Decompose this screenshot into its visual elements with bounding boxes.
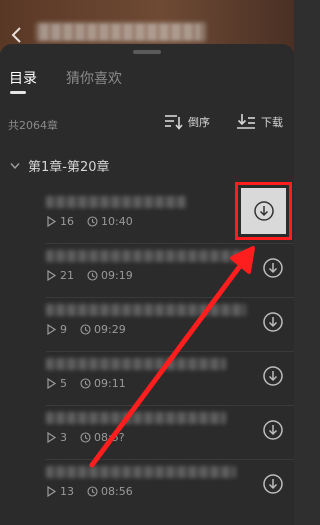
chapter-download-button[interactable] [262,311,284,333]
list-item[interactable]: 3 08:5? [0,406,294,460]
play-icon [47,378,57,389]
chapter-title-blurred [46,358,226,370]
play-count: 13 [60,485,74,498]
duration: 08:56 [101,485,133,498]
chapter-download-button[interactable] [262,257,284,279]
play-count: 9 [60,323,67,336]
download-circle-icon [263,420,283,440]
list-item[interactable]: 5 09:11 [0,352,294,406]
play-count: 5 [60,377,67,390]
reverse-order-button[interactable]: 倒序 [163,112,210,132]
download-circle-icon [263,474,283,494]
clock-icon [80,324,91,335]
duration: 08:5? [94,431,125,444]
highlight-box [235,182,292,240]
chapter-title-blurred [46,466,236,478]
duration: 10:40 [101,215,133,228]
tab-recommend[interactable]: 猜你喜欢 [66,68,122,88]
play-icon [47,486,57,497]
play-icon [47,324,57,335]
play-icon [47,432,57,443]
clock-icon [87,486,98,497]
chapter-title-blurred [46,196,186,208]
chapter-range-toggle[interactable]: 第1章-第20章 [10,156,110,175]
chevron-down-icon [10,162,20,169]
duration: 09:29 [94,323,126,336]
chapter-count: 共2064章 [8,119,58,132]
duration: 09:11 [94,377,126,390]
clock-icon [80,378,91,389]
play-count: 21 [60,269,74,282]
download-label: 下载 [261,116,283,129]
download-list-icon [237,114,255,129]
clock-icon [87,270,98,281]
drag-handle[interactable] [133,50,161,54]
book-title-blur-overlay [40,24,200,40]
chapter-meta: 21 09:19 [46,269,133,282]
chapter-title-blurred [46,412,226,424]
clock-icon [87,216,98,227]
chapter-title-blurred [46,304,246,316]
chapter-range-label: 第1章-第20章 [28,160,110,175]
chapter-title-blurred [46,250,246,262]
chapter-download-button[interactable] [262,365,284,387]
download-circle-icon [263,312,283,332]
chapter-meta: 5 09:11 [46,377,126,390]
chapter-download-button[interactable] [262,419,284,441]
chapter-meta: 13 08:56 [46,485,133,498]
chapter-download-button[interactable] [262,473,284,495]
list-item[interactable]: 9 09:29 [0,298,294,352]
sort-reverse-icon [165,115,183,130]
play-count: 16 [60,215,74,228]
play-count: 3 [60,431,67,444]
duration: 09:19 [101,269,133,282]
clock-icon [80,432,91,443]
chapter-meta: 9 09:29 [46,323,126,336]
tab-catalog[interactable]: 目录 [9,68,37,88]
play-icon [47,270,57,281]
active-tab-indicator [10,91,26,94]
list-item[interactable]: 21 09:19 [0,244,294,298]
back-arrow-icon[interactable] [9,26,25,44]
download-circle-icon [263,258,283,278]
chapter-meta: 16 10:40 [46,215,133,228]
download-button[interactable]: 下载 [236,112,283,132]
list-item[interactable]: 13 08:56 [0,460,294,514]
reverse-order-label: 倒序 [188,116,210,129]
chapter-meta: 3 08:5? [46,431,125,444]
download-circle-icon [263,366,283,386]
play-icon [47,216,57,227]
